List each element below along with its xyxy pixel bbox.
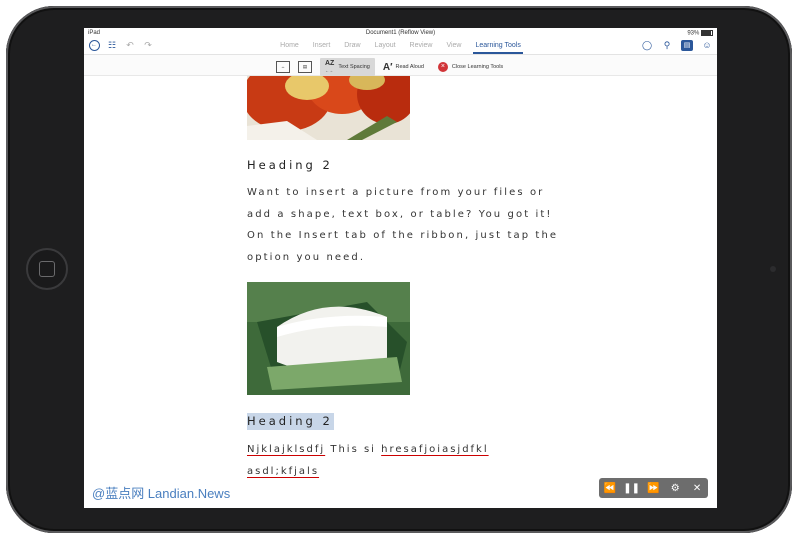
column-width-icon[interactable]: ↔ — [276, 61, 290, 73]
lightbulb-icon[interactable]: ◯ — [641, 39, 653, 51]
document-image-dessert — [247, 282, 410, 395]
text-spacing-button[interactable]: AZ ←→ Text Spacing — [320, 58, 375, 76]
voice-settings-icon[interactable]: ⚙ — [666, 483, 684, 494]
close-icon: × — [437, 62, 448, 72]
top-toolbar: ← ☷ ↶ ↷ Home Insert Draw Layout Review V… — [84, 38, 717, 55]
page-color-icon[interactable]: ▤ — [298, 61, 312, 73]
close-player-icon[interactable]: ✕ — [688, 483, 706, 494]
watermark: @蓝点网 Landian.News — [92, 486, 231, 501]
misspelled-paragraph: Njklajklsdfj This si hresafjoiasjdfkl as… — [247, 439, 567, 483]
share-icon[interactable]: ▤ — [681, 39, 693, 51]
heading-first: Heading 2 — [247, 158, 333, 172]
read-aloud-button[interactable]: A′ Read Aloud — [383, 62, 424, 73]
battery-percent: 93% — [687, 30, 700, 37]
ribbon-tabs: Home Insert Draw Layout Review View Lear… — [84, 41, 717, 54]
camera — [770, 266, 776, 272]
document-title: Document1 (Reflow View) — [365, 30, 436, 36]
battery-status: 93% — [687, 30, 713, 37]
fast-forward-icon[interactable]: ⏩ — [644, 483, 662, 494]
tab-layout[interactable]: Layout — [373, 41, 398, 52]
tab-learning-tools[interactable]: Learning Tools — [473, 41, 523, 54]
screen: iPad Document1 (Reflow View) 93% ← ☷ ↶ ↷… — [84, 28, 717, 508]
heading-second-selected: Heading 2 — [247, 413, 334, 430]
misspelled-word[interactable]: asdl;kfjals — [247, 466, 319, 477]
tab-view[interactable]: View — [444, 41, 463, 52]
home-button[interactable] — [26, 248, 68, 290]
misspelled-word[interactable]: Njklajklsdfj — [247, 444, 325, 455]
search-icon[interactable]: ⚲ — [661, 39, 673, 51]
tab-review[interactable]: Review — [408, 41, 435, 52]
misspelled-word[interactable]: hresafjoiasjdfkl — [381, 444, 488, 455]
body-paragraph: Want to insert a picture from your files… — [247, 187, 559, 263]
rewind-icon[interactable]: ⏪ — [601, 483, 619, 494]
text-segment: This si — [330, 444, 376, 455]
tab-draw[interactable]: Draw — [342, 41, 362, 52]
tab-insert[interactable]: Insert — [311, 41, 333, 52]
read-aloud-player: ⏪ ❚❚ ⏩ ⚙ ✕ — [599, 478, 708, 498]
tab-home[interactable]: Home — [278, 41, 301, 52]
document-image-peppers — [247, 76, 410, 140]
read-aloud-label: Read Aloud — [395, 64, 424, 70]
status-bar: iPad Document1 (Reflow View) 93% — [84, 28, 717, 38]
text-spacing-icon: AZ ←→ — [325, 60, 335, 73]
battery-icon — [701, 30, 713, 36]
add-person-icon[interactable]: ☺ — [701, 39, 713, 51]
read-aloud-icon: A′ — [382, 61, 393, 73]
close-learning-tools-button[interactable]: × Close Learning Tools — [437, 62, 504, 72]
text-spacing-label: Text Spacing — [338, 64, 370, 70]
pause-icon[interactable]: ❚❚ — [623, 483, 641, 494]
close-learning-tools-label: Close Learning Tools — [451, 64, 504, 70]
learning-tools-ribbon: ↔ ▤ AZ ←→ Text Spacing A′ Read Aloud × Cl… — [84, 55, 717, 76]
